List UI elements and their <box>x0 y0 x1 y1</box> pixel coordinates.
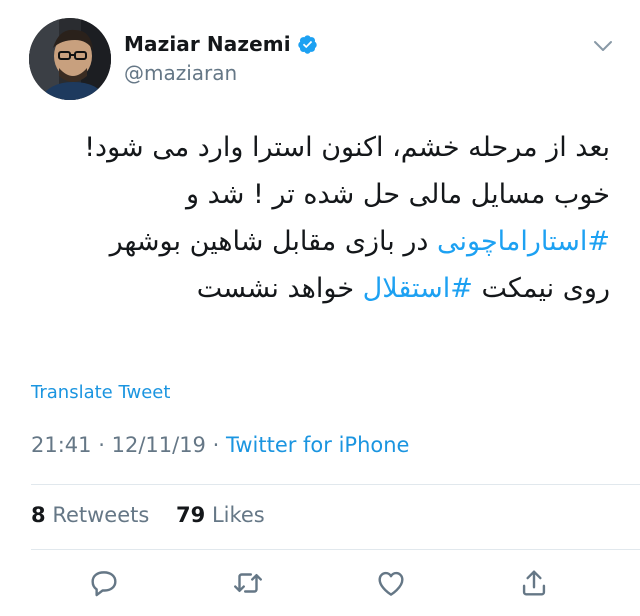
tweet-text-segment: روی نیمکت <box>472 273 611 304</box>
likes-stat[interactable]: 79 Likes <box>176 503 265 527</box>
meta-separator: · <box>212 433 220 457</box>
tweet-time: 21:41 <box>31 433 92 457</box>
tweet-text-segment: خوب مسایل مالی حل شده تر ! شد و <box>185 179 610 210</box>
divider <box>31 484 640 485</box>
hashtag-link[interactable]: #استاراماچونی <box>437 226 610 257</box>
tweet-text-segment: خواهد نشست <box>196 273 363 304</box>
chevron-down-icon[interactable] <box>592 38 614 54</box>
tweet-text-line: خوب مسایل مالی حل شده تر ! شد و <box>130 171 610 218</box>
retweets-count: 8 <box>31 503 46 527</box>
likes-label: Likes <box>211 503 265 527</box>
likes-count: 79 <box>176 503 206 527</box>
tweet-actions <box>0 566 640 602</box>
avatar[interactable] <box>29 18 111 100</box>
tweet-source-link[interactable]: Twitter for iPhone <box>226 433 410 457</box>
divider <box>31 549 640 550</box>
tweet-text-segment: بعد از مرحله خشم، اکنون استرا وارد می شو… <box>84 132 610 163</box>
share-icon[interactable] <box>517 566 551 600</box>
tweet-date: 12/11/19 <box>111 433 206 457</box>
avatar-photo <box>29 18 111 100</box>
tweet-meta: 21:41 · 12/11/19 · Twitter for iPhone <box>31 433 409 457</box>
author-display-name[interactable]: Maziar Nazemi <box>124 32 291 56</box>
tweet-text-line: بعد از مرحله خشم، اکنون استرا وارد می شو… <box>84 124 610 171</box>
translate-tweet-link[interactable]: Translate Tweet <box>31 382 170 403</box>
meta-separator: · <box>98 433 105 457</box>
retweets-stat[interactable]: 8 Retweets <box>31 503 149 527</box>
author-name-row[interactable]: Maziar Nazemi <box>124 30 318 58</box>
tweet-text: بعد از مرحله خشم، اکنون استرا وارد می شو… <box>84 124 610 312</box>
author-handle[interactable]: @maziaran <box>124 61 237 85</box>
retweet-icon[interactable] <box>231 566 265 600</box>
retweets-label: Retweets <box>52 503 150 527</box>
tweet-stats: 8 Retweets 79 Likes <box>31 503 265 527</box>
hashtag-link[interactable]: #استقلال <box>363 273 473 304</box>
tweet-text-line: روی نیمکت #استقلال خواهد نشست <box>130 265 610 312</box>
tweet-text-line: #استاراماچونی در بازی مقابل شاهین بوشهر <box>110 218 610 265</box>
tweet-text-segment: در بازی مقابل شاهین بوشهر <box>109 226 437 257</box>
verified-badge-icon <box>297 34 318 55</box>
tweet-card: Maziar Nazemi @maziaran بعد از مرحله خشم… <box>0 0 640 616</box>
reply-icon[interactable] <box>87 566 121 600</box>
like-icon[interactable] <box>374 566 408 600</box>
